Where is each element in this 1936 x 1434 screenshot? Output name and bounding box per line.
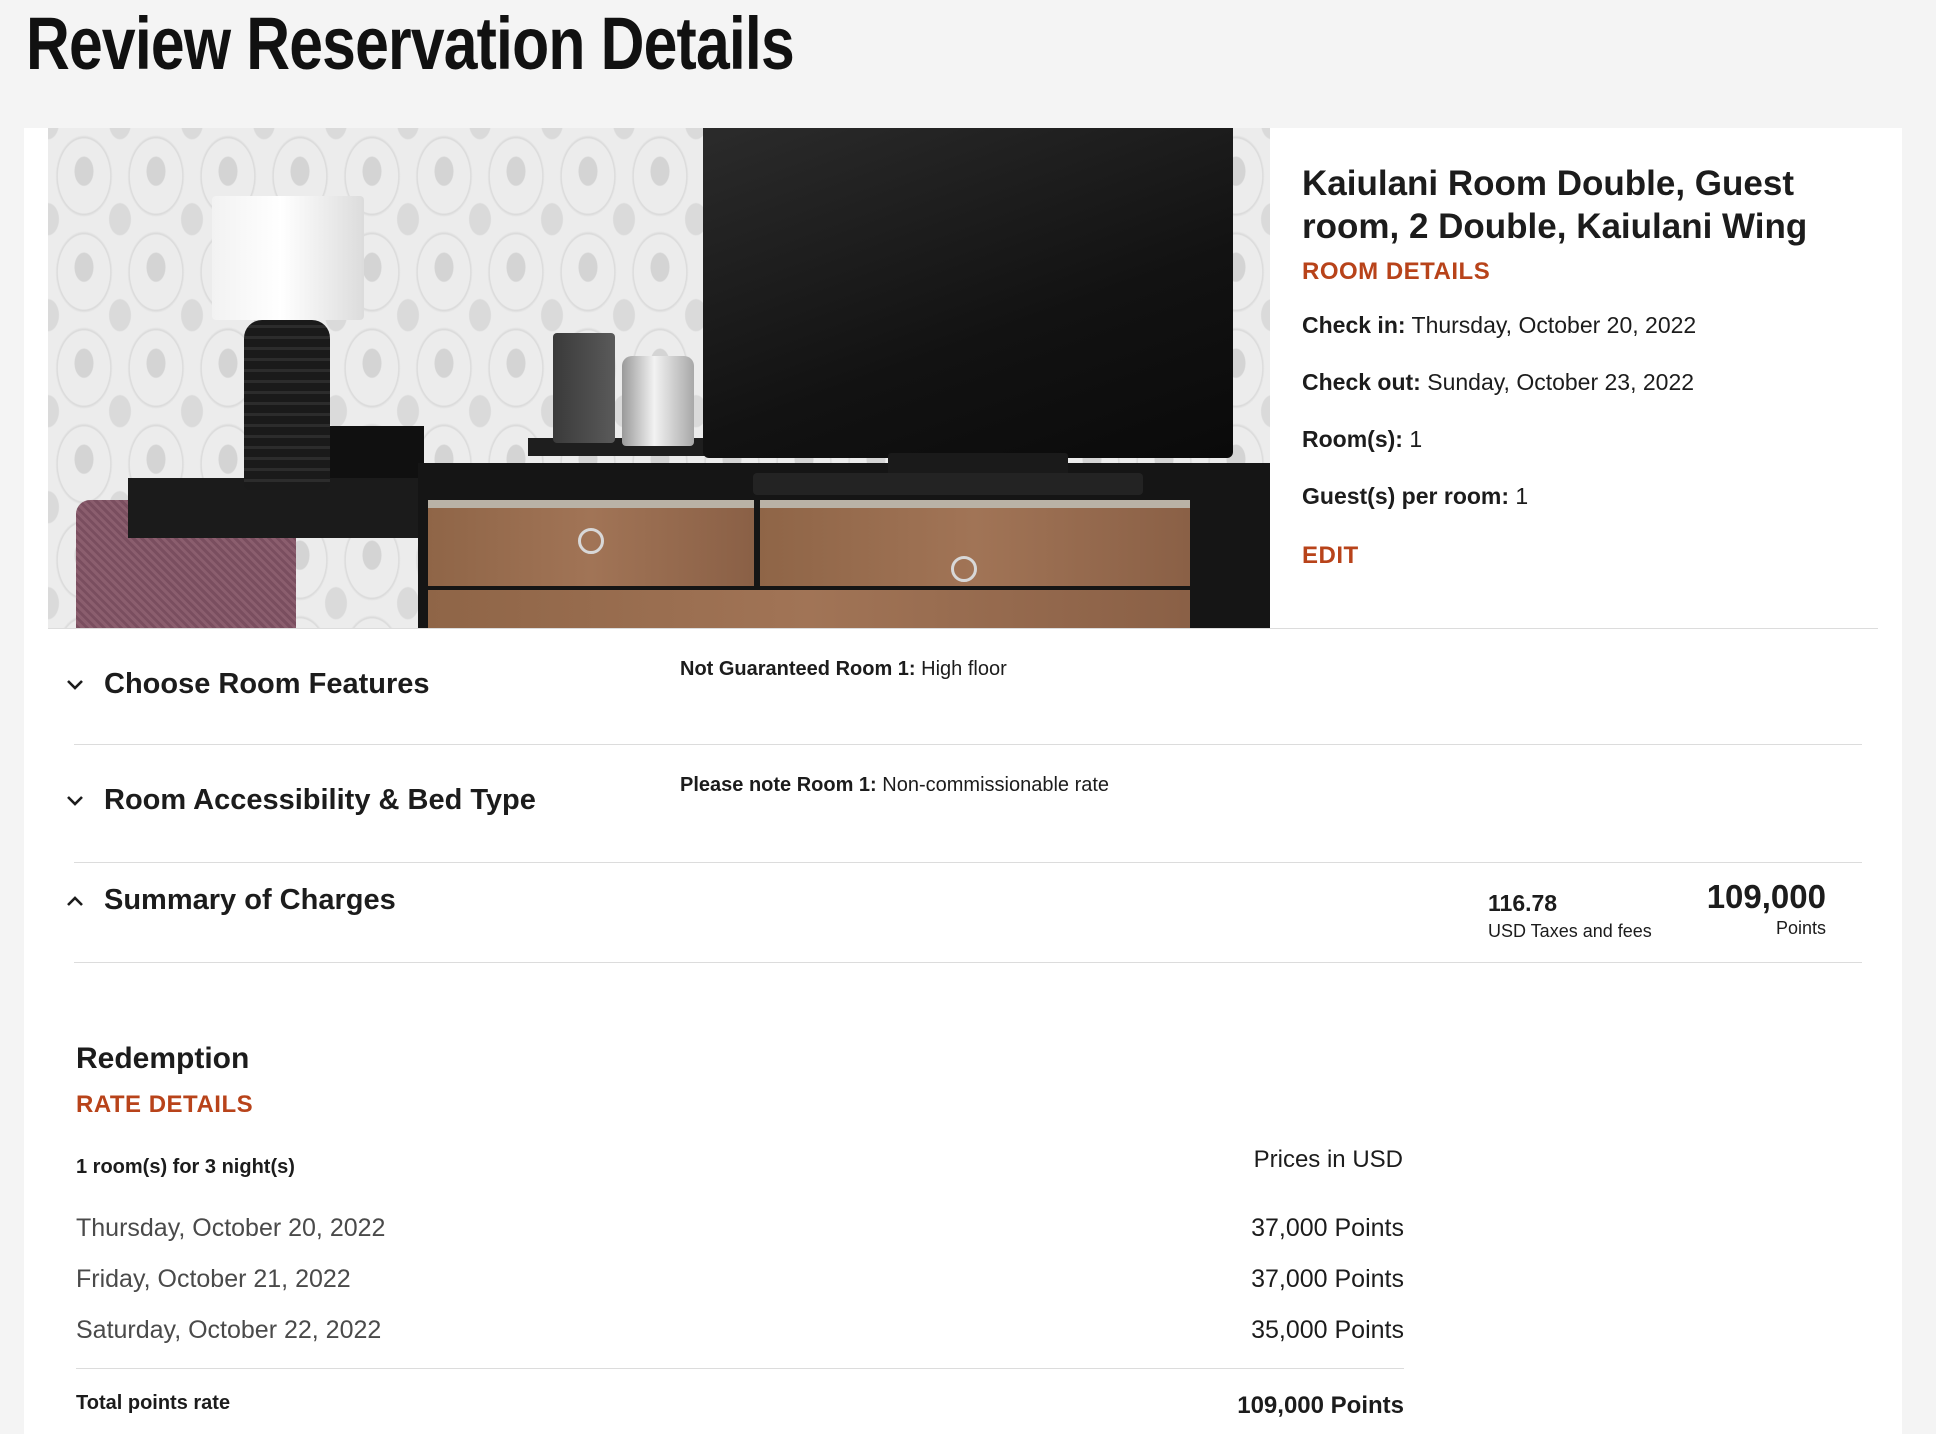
rate-row: Saturday, October 22, 2022 35,000 Points [76, 1316, 1404, 1345]
rate-details-link[interactable]: RATE DETAILS [76, 1091, 253, 1119]
check-out-value: Sunday, October 23, 2022 [1427, 369, 1695, 395]
points-label: Points [1775, 918, 1826, 938]
rate-row: Friday, October 21, 2022 37,000 Points [76, 1265, 1404, 1294]
edit-link[interactable]: EDIT [1302, 542, 1862, 570]
section-choose-room-features[interactable]: Choose Room Features [64, 668, 430, 701]
nights-summary: 1 room(s) for 3 night(s) [76, 1156, 295, 1178]
rate-date: Friday, October 21, 2022 [76, 1265, 351, 1293]
divider [74, 962, 1862, 963]
room-name: Kaiulani Room Double, Guest room, 2 Doub… [1302, 164, 1808, 246]
total-points-row: Total points rate 109,000 Points [76, 1392, 1404, 1420]
section-label: Room Accessibility & Bed Type [104, 784, 536, 816]
taxes-fees-total: 116.78 USD Taxes and fees [1488, 890, 1652, 942]
room-features-note: Not Guaranteed Room 1: High floor [680, 658, 1007, 681]
chevron-down-icon [64, 674, 86, 696]
note-label: Please note Room 1: [680, 774, 877, 796]
guests-label: Guest(s) per room: [1302, 483, 1510, 509]
page-title: Review Reservation Details [26, 2, 795, 85]
note-value: Non-commissionable rate [882, 774, 1110, 796]
taxes-amount: 116.78 [1488, 890, 1558, 916]
total-label: Total points rate [76, 1392, 231, 1414]
redemption-title: Redemption [76, 1042, 250, 1075]
room-photo [48, 128, 1270, 628]
accessibility-note: Please note Room 1: Non-commissionable r… [680, 774, 1109, 797]
check-out-label: Check out: [1302, 369, 1421, 395]
rate-points: 37,000 Points [1251, 1265, 1404, 1293]
divider [74, 862, 1862, 863]
taxes-label: USD Taxes and fees [1488, 921, 1652, 941]
check-in-value: Thursday, October 20, 2022 [1411, 312, 1697, 338]
rooms-label: Room(s): [1302, 426, 1403, 452]
check-out-row: Check out: Sunday, October 23, 2022 [1302, 369, 1862, 396]
section-label: Choose Room Features [104, 668, 430, 700]
rate-date: Saturday, October 22, 2022 [76, 1316, 382, 1344]
rooms-row: Room(s): 1 [1302, 426, 1862, 453]
section-summary-of-charges[interactable]: Summary of Charges [64, 884, 396, 917]
chevron-up-icon [64, 890, 86, 912]
chevron-down-icon [64, 790, 86, 812]
total-value: 109,000 Points [1237, 1392, 1404, 1419]
points-total: 109,000 Points [1707, 878, 1826, 939]
note-value: High floor [921, 658, 1007, 680]
room-details-link[interactable]: ROOM DETAILS [1302, 258, 1862, 286]
rate-points: 35,000 Points [1251, 1316, 1404, 1344]
prices-currency: Prices in USD [1253, 1146, 1403, 1173]
rate-row: Thursday, October 20, 2022 37,000 Points [76, 1214, 1404, 1243]
divider [74, 744, 1862, 745]
divider [48, 628, 1878, 629]
check-in-label: Check in: [1302, 312, 1406, 338]
rooms-value: 1 [1409, 426, 1423, 452]
room-info-panel: Kaiulani Room Double, Guest room, 2 Doub… [1302, 162, 1862, 570]
rate-points: 37,000 Points [1251, 1214, 1404, 1242]
guests-row: Guest(s) per room: 1 [1302, 483, 1862, 510]
divider [76, 1368, 1404, 1369]
section-label: Summary of Charges [104, 884, 396, 916]
note-label: Not Guaranteed Room 1: [680, 658, 916, 680]
points-amount: 109,000 [1706, 878, 1826, 915]
rate-date: Thursday, October 20, 2022 [76, 1214, 386, 1242]
section-room-accessibility[interactable]: Room Accessibility & Bed Type [64, 784, 536, 817]
check-in-row: Check in: Thursday, October 20, 2022 [1302, 312, 1862, 339]
guests-value: 1 [1515, 483, 1529, 509]
